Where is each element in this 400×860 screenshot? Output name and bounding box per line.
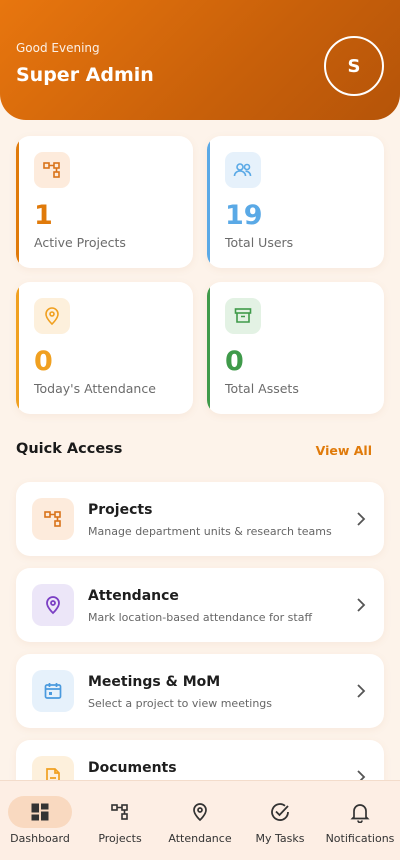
stat-label: Today's Attendance — [34, 381, 156, 396]
stat-card-todays-attendance[interactable]: 0 Today's Attendance — [16, 282, 193, 414]
hierarchy-icon — [32, 498, 74, 540]
grid-icon — [28, 800, 52, 824]
bottom-navigation: Dashboard Projects Attendance My Tasks N… — [0, 780, 400, 860]
bell-icon — [348, 800, 372, 824]
quick-access-title: Documents — [88, 760, 177, 776]
nav-item-dashboard[interactable]: Dashboard — [0, 781, 80, 860]
quick-access-description: Manage department units & research teams — [88, 525, 332, 538]
stat-value: 0 — [34, 346, 53, 377]
chevron-right-icon — [356, 511, 366, 531]
quick-access-title: Meetings & MoM — [88, 674, 221, 690]
stat-label: Active Projects — [34, 235, 126, 250]
quick-access-attendance[interactable]: Attendance Mark location-based attendanc… — [16, 568, 384, 642]
stat-value: 0 — [225, 346, 244, 377]
location-pin-icon — [34, 298, 70, 334]
quick-access-title: Attendance — [88, 588, 179, 604]
stat-value: 19 — [225, 200, 263, 231]
nav-item-notifications[interactable]: Notifications — [320, 781, 400, 860]
quick-access-meetings[interactable]: Meetings & MoM Select a project to view … — [16, 654, 384, 728]
stat-value: 1 — [34, 200, 53, 231]
user-name: Super Admin — [16, 64, 154, 86]
nav-item-projects[interactable]: Projects — [80, 781, 160, 860]
stat-card-total-users[interactable]: 19 Total Users — [207, 136, 384, 268]
chevron-right-icon — [356, 683, 366, 703]
stat-card-active-projects[interactable]: 1 Active Projects — [16, 136, 193, 268]
nav-item-attendance[interactable]: Attendance — [160, 781, 240, 860]
quick-access-projects[interactable]: Projects Manage department units & resea… — [16, 482, 384, 556]
nav-label: Dashboard — [10, 832, 70, 845]
view-all-link[interactable]: View All — [316, 443, 372, 458]
nav-label: My Tasks — [255, 832, 305, 845]
archive-box-icon — [225, 298, 261, 334]
section-title-quick-access: Quick Access — [16, 441, 123, 457]
nav-item-my-tasks[interactable]: My Tasks — [240, 781, 320, 860]
greeting-text: Good Evening — [16, 41, 100, 55]
hierarchy-icon — [34, 152, 70, 188]
hierarchy-icon — [108, 800, 132, 824]
calendar-icon — [32, 670, 74, 712]
stat-label: Total Users — [225, 235, 294, 250]
header: Good Evening Super Admin S — [0, 0, 400, 120]
nav-label: Attendance — [168, 832, 232, 845]
avatar[interactable]: S — [324, 36, 384, 96]
nav-label: Projects — [98, 832, 142, 845]
location-pin-icon — [32, 584, 74, 626]
quick-access-description: Mark location-based attendance for staff — [88, 611, 313, 624]
users-icon — [225, 152, 261, 188]
chevron-right-icon — [356, 597, 366, 617]
location-pin-icon — [188, 800, 212, 824]
quick-access-title: Projects — [88, 502, 153, 518]
stat-card-total-assets[interactable]: 0 Total Assets — [207, 282, 384, 414]
quick-access-description: Select a project to view meetings — [88, 697, 273, 710]
nav-label: Notifications — [325, 832, 395, 845]
stat-label: Total Assets — [225, 381, 299, 396]
check-circle-icon — [268, 800, 292, 824]
